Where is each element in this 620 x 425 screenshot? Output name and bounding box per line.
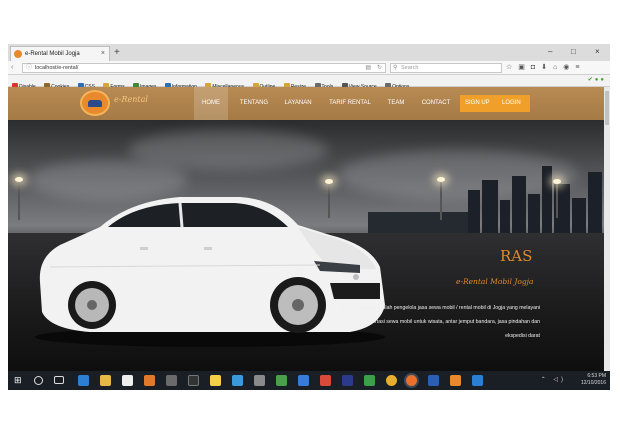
bookmark-star-icon[interactable]: ☆ — [506, 64, 518, 71]
task-view-icon[interactable] — [54, 376, 64, 384]
scrollbar-thumb[interactable] — [605, 91, 609, 125]
search-placeholder: Search — [401, 65, 419, 71]
clock[interactable]: 6:53 PM 12/10/2016 — [581, 373, 606, 387]
hero-description-line: transportasi sewa mobil untuk wisata, an… — [357, 319, 540, 325]
reload-icon[interactable]: ↻ — [377, 64, 382, 72]
search-field[interactable]: ⚲ Search — [390, 63, 502, 73]
hero-description-line: ekspedisi darat — [505, 333, 540, 339]
logo-icon[interactable] — [80, 90, 110, 116]
library-icon[interactable]: ▣ — [518, 64, 531, 71]
nav-tarif-rental[interactable]: TARIF RENTAL — [322, 87, 378, 120]
bookmarks-toolbar: Disable Cookies CSS Forms Images Informa… — [8, 75, 610, 90]
windows-taskbar: ⊞ ⌃ ◁) 6:53 PM 12/10/2016 — [8, 371, 610, 390]
tab-bar: e-Rental Mobil Jogja × + – □ × — [8, 44, 610, 61]
cortana-icon[interactable] — [34, 376, 43, 385]
building — [512, 176, 526, 234]
clock-date: 12/10/2016 — [580, 380, 606, 386]
login-button[interactable]: LOGIN — [502, 95, 521, 112]
app-icon[interactable] — [472, 375, 483, 386]
search-icon: ⚲ — [393, 65, 398, 71]
download-icon[interactable]: ⬇ — [541, 64, 553, 71]
nav-tentang[interactable]: TENTANG — [234, 87, 274, 120]
tab-title: e-Rental Mobil Jogja — [25, 51, 80, 57]
app-icon[interactable] — [254, 375, 265, 386]
building — [588, 172, 602, 234]
page-scrollbar[interactable] — [604, 87, 610, 371]
hero-description-line: RAS Transport adalah pengelola jasa sewa… — [341, 305, 540, 311]
site-header: e-Rental HOME TENTANG LAYANAN TARIF RENT… — [8, 87, 610, 120]
browser-tab[interactable]: e-Rental Mobil Jogja × — [10, 46, 110, 61]
browser-window: e-Rental Mobil Jogja × + – □ × ‹ ⓘ local… — [8, 44, 610, 390]
logo-text[interactable]: e-Rental — [114, 95, 148, 104]
back-icon[interactable]: ‹ — [11, 63, 13, 73]
store-icon[interactable] — [122, 375, 133, 386]
app-icon[interactable] — [232, 375, 243, 386]
sync-icon[interactable]: ◉ — [563, 64, 575, 71]
minimize-button[interactable]: – — [548, 46, 552, 58]
url-bar[interactable]: ⓘ localhost/e-rental/ ▤ ↻ — [22, 63, 386, 73]
nav-team[interactable]: TEAM — [380, 87, 412, 120]
hero-tagline: e-Rental Mobil Jogja — [456, 277, 534, 286]
tab-close-icon[interactable]: × — [101, 47, 105, 61]
site-favicon-icon — [14, 50, 22, 58]
info-icon[interactable]: ⓘ — [26, 64, 32, 72]
pocket-icon[interactable]: ◘ — [531, 64, 541, 71]
nav-layanan[interactable]: LAYANAN — [278, 87, 318, 120]
chrome-icon[interactable] — [386, 375, 397, 386]
system-tray-icons[interactable]: ⌃ ◁) — [541, 376, 566, 383]
signup-button[interactable]: SIGN UP — [465, 95, 490, 112]
firefox-icon[interactable] — [406, 375, 417, 386]
app-icon[interactable] — [320, 375, 331, 386]
app-icon[interactable] — [276, 375, 287, 386]
new-tab-button[interactable]: + — [114, 46, 120, 59]
word-icon[interactable] — [428, 375, 439, 386]
app-icon[interactable] — [450, 375, 461, 386]
app-icon[interactable] — [298, 375, 309, 386]
terminal-icon[interactable] — [188, 375, 199, 386]
building — [500, 200, 510, 234]
street-lamp — [553, 179, 561, 218]
building — [542, 166, 552, 234]
photoshop-icon[interactable] — [342, 375, 353, 386]
reader-icon[interactable]: ▤ — [365, 64, 371, 72]
building — [468, 190, 480, 234]
vlc-icon[interactable] — [144, 375, 155, 386]
close-window-button[interactable]: × — [595, 46, 600, 58]
web-page: e-Rental HOME TENTANG LAYANAN TARIF RENT… — [8, 87, 610, 371]
hero-description: RAS Transport adalah pengelola jasa sewa… — [316, 301, 540, 343]
clock-time: 6:53 PM — [587, 373, 606, 379]
notes-icon[interactable] — [210, 375, 221, 386]
maximize-button[interactable]: □ — [571, 46, 576, 58]
edge-icon[interactable] — [78, 375, 89, 386]
app-icon[interactable] — [364, 375, 375, 386]
file-explorer-icon[interactable] — [100, 375, 111, 386]
url-text: localhost/e-rental/ — [35, 65, 79, 71]
street-lamp — [15, 177, 23, 220]
app-icon[interactable] — [166, 375, 177, 386]
nav-contact[interactable]: CONTACT — [416, 87, 456, 120]
nav-home[interactable]: HOME — [194, 87, 228, 120]
navigation-bar: ‹ ⓘ localhost/e-rental/ ▤ ↻ ⚲ Search ☆▣◘… — [8, 61, 610, 75]
building — [482, 180, 498, 234]
building — [528, 194, 540, 234]
auth-buttons: SIGN UP LOGIN — [460, 95, 530, 112]
building — [572, 198, 586, 234]
home-icon[interactable]: ⌂ — [553, 64, 563, 71]
status-check-icon[interactable]: ✔●● — [588, 76, 606, 83]
start-icon[interactable]: ⊞ — [14, 375, 25, 386]
street-lamp — [437, 177, 445, 220]
hero-title: RAS — [500, 247, 533, 265]
menu-icon[interactable]: ≡ — [575, 64, 585, 71]
toolbar-icons: ☆▣◘⬇⌂◉≡ — [506, 63, 585, 73]
